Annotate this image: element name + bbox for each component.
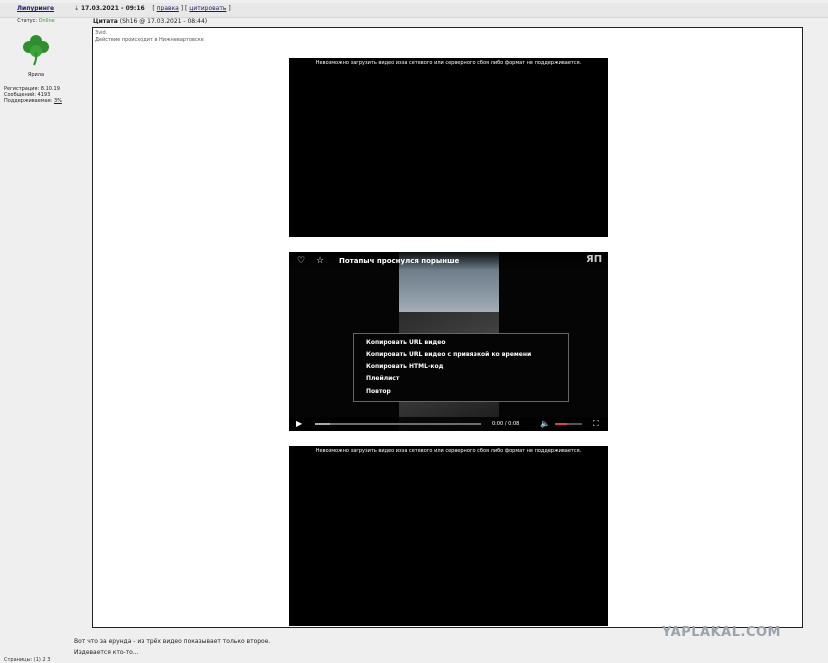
- quote-label: Цитата: [93, 18, 118, 25]
- edit-link[interactable]: правка: [157, 5, 179, 12]
- reputation-value[interactable]: 3%: [54, 98, 62, 104]
- quote-header: Цитата (Sh16 @ 17.03.2021 - 08:44): [93, 18, 207, 25]
- reputation: Поддерживаемая: 3%: [4, 98, 68, 104]
- author-status: Статус: Online: [4, 18, 68, 24]
- post-date: 17.03.2021 - 09:16: [80, 5, 145, 12]
- bracket-mid: ] [: [180, 5, 188, 12]
- star-icon[interactable]: ☆: [316, 256, 324, 266]
- video-player[interactable]: ♡ ☆ Потапыч проснулся порынше ЯП Копиров…: [289, 252, 608, 431]
- reply-text-line2: Издевается кто-то...: [74, 649, 139, 656]
- time-display: 0:00 / 0:08: [492, 421, 520, 427]
- quote-text-line2: Действие происходит в Нижневартовске: [95, 37, 204, 43]
- bracket-close: ]: [228, 5, 231, 12]
- progress-bar[interactable]: [315, 423, 481, 425]
- volume-fill: [555, 423, 568, 425]
- bracket-open: [: [152, 5, 155, 12]
- menu-copy-html[interactable]: Копировать HTML-код: [366, 363, 443, 370]
- video-error-message: Невозможно загрузить видео изза сетевого…: [315, 60, 582, 66]
- video-controls: ▶ 0:00 / 0:08 🔈 ⛶: [289, 417, 608, 431]
- context-menu: Копировать URL видео Копировать URL виде…: [353, 333, 569, 402]
- status-online: Online: [38, 18, 55, 24]
- reply-text-line1: Вот что за ерунда - из трёх видео показы…: [74, 638, 271, 645]
- video-player-error-3[interactable]: Невозможно загрузить видео изза сетевого…: [289, 446, 608, 626]
- quote-meta: (Sh16 @ 17.03.2021 - 08:44): [119, 18, 208, 25]
- author-rank: Ярила: [27, 72, 45, 78]
- video-error-message: Невозможно загрузить видео изза сетевого…: [315, 448, 582, 454]
- author-stats: Регистрация: 8.10.19 Сообщений: 4193 Под…: [4, 86, 68, 104]
- quote-link[interactable]: цитировать: [189, 5, 226, 12]
- clover-avatar-icon: [23, 35, 49, 66]
- menu-playlist[interactable]: Плейлист: [366, 375, 399, 382]
- volume-slider[interactable]: [555, 423, 582, 425]
- reputation-label: Поддерживаемая:: [4, 98, 53, 104]
- quote-text-line1: Зvid.: [95, 30, 108, 36]
- fullscreen-icon[interactable]: ⛶: [593, 419, 599, 429]
- yaplakal-logo-icon: ЯП: [586, 254, 603, 265]
- status-label: Статус:: [17, 18, 38, 24]
- author-sidebar: Статус: Online Ярила Регистрация: 8.10.1…: [4, 18, 68, 104]
- heart-icon[interactable]: ♡: [297, 256, 305, 266]
- volume-icon[interactable]: 🔈: [540, 419, 550, 428]
- play-icon[interactable]: ▶: [296, 419, 302, 428]
- page-frame: Липуринге ⇣ 17.03.2021 - 09:16 [ правка …: [0, 0, 828, 663]
- menu-repeat[interactable]: Повтор: [366, 388, 391, 395]
- menu-copy-url[interactable]: Копировать URL видео: [366, 339, 445, 346]
- quote-box: Зvid. Действие происходит в Нижневартовс…: [92, 27, 803, 628]
- post-meta: ⇣ 17.03.2021 - 09:16 [ правка ] [ цитиро…: [74, 5, 231, 12]
- pagination[interactable]: Страницы: (1) 2 3: [4, 657, 50, 663]
- progress-fill: [315, 423, 330, 425]
- menu-copy-url-time[interactable]: Копировать URL видео с привязкой ко врем…: [366, 351, 531, 358]
- video-player-error-1[interactable]: Невозможно загрузить видео изза сетевого…: [289, 58, 608, 237]
- post-icon: ⇣: [74, 5, 80, 12]
- site-watermark: YAPLAKAL.COM: [662, 625, 781, 640]
- post-author-link[interactable]: Липуринге: [17, 5, 54, 12]
- video-title[interactable]: Потапыч проснулся порынше: [339, 257, 459, 265]
